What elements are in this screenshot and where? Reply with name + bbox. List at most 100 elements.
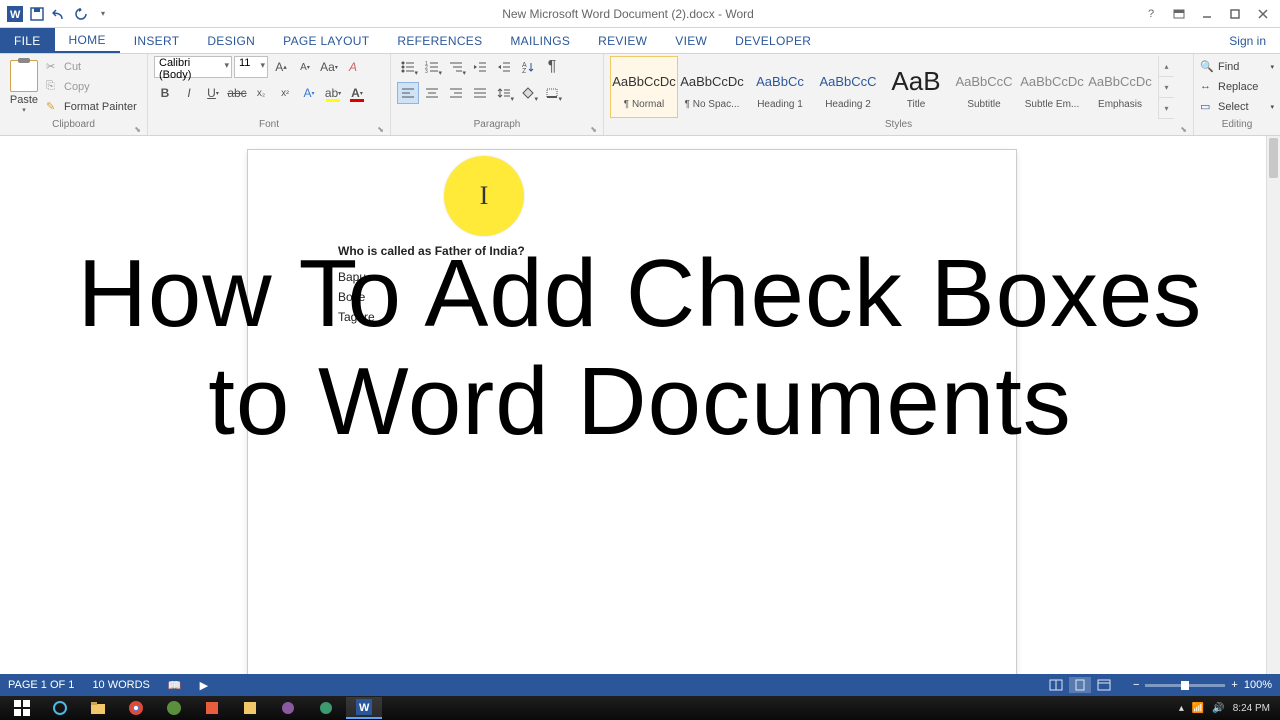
replace-button[interactable]: ↔Replace bbox=[1200, 78, 1274, 96]
web-layout-icon[interactable] bbox=[1093, 677, 1115, 693]
style-subtle-em-[interactable]: AaBbCcDcSubtle Em... bbox=[1018, 56, 1086, 118]
vertical-scrollbar[interactable] bbox=[1266, 136, 1280, 692]
style-heading-1[interactable]: AaBbCcHeading 1 bbox=[746, 56, 814, 118]
redo-icon[interactable] bbox=[72, 5, 90, 23]
taskbar-app-1-icon[interactable] bbox=[156, 697, 192, 719]
ribbon-options-icon[interactable] bbox=[1166, 4, 1192, 24]
sort-button[interactable]: AZ bbox=[517, 56, 539, 78]
taskbar-chrome-icon[interactable] bbox=[118, 697, 154, 719]
tray-clock[interactable]: 8:24 PM bbox=[1233, 703, 1270, 714]
align-left-button[interactable] bbox=[397, 82, 419, 104]
numbering-button[interactable]: 123▾ bbox=[421, 56, 443, 78]
shading-button[interactable]: ▾ bbox=[517, 82, 539, 104]
styles-down-icon[interactable]: ▾ bbox=[1159, 77, 1174, 98]
tab-review[interactable]: REVIEW bbox=[584, 28, 661, 53]
highlight-button[interactable]: ab▾ bbox=[322, 82, 344, 104]
macro-icon[interactable]: ▶ bbox=[200, 679, 208, 692]
paragraph-dialog-icon[interactable]: ⬊ bbox=[590, 125, 597, 134]
clear-formatting-button[interactable]: A bbox=[342, 56, 364, 78]
word-count[interactable]: 10 WORDS bbox=[92, 679, 149, 691]
increase-indent-button[interactable] bbox=[493, 56, 515, 78]
style-subtitle[interactable]: AaBbCcCSubtitle bbox=[950, 56, 1018, 118]
taskbar-ie-icon[interactable] bbox=[42, 697, 78, 719]
bullets-button[interactable]: ▾ bbox=[397, 56, 419, 78]
tray-network-icon[interactable]: 📶 bbox=[1192, 703, 1204, 714]
shrink-font-button[interactable]: A▾ bbox=[294, 56, 316, 78]
tab-design[interactable]: DESIGN bbox=[193, 28, 269, 53]
font-color-button[interactable]: A▾ bbox=[346, 82, 368, 104]
taskbar-app-3-icon[interactable] bbox=[232, 697, 268, 719]
subscript-button[interactable]: x₂ bbox=[250, 82, 272, 104]
line-spacing-button[interactable]: ▾ bbox=[493, 82, 515, 104]
style-title[interactable]: AaBTitle bbox=[882, 56, 950, 118]
align-center-button[interactable] bbox=[421, 82, 443, 104]
find-button[interactable]: 🔍Find▾ bbox=[1200, 58, 1274, 76]
taskbar-app-4-icon[interactable] bbox=[270, 697, 306, 719]
style--no-spac-[interactable]: AaBbCcDc¶ No Spac... bbox=[678, 56, 746, 118]
style-emphasis[interactable]: AaBbCcDcEmphasis bbox=[1086, 56, 1154, 118]
tray-volume-icon[interactable]: 🔊 bbox=[1212, 703, 1224, 714]
paste-button[interactable]: Paste ▾ bbox=[6, 56, 42, 114]
tab-home[interactable]: HOME bbox=[55, 28, 120, 53]
grow-font-button[interactable]: A▴ bbox=[270, 56, 292, 78]
help-icon[interactable]: ? bbox=[1138, 4, 1164, 24]
text-effects-button[interactable]: A▾ bbox=[298, 82, 320, 104]
bold-button[interactable]: B bbox=[154, 82, 176, 104]
decrease-indent-button[interactable] bbox=[469, 56, 491, 78]
show-marks-button[interactable]: ¶ bbox=[541, 56, 563, 78]
tab-page-layout[interactable]: PAGE LAYOUT bbox=[269, 28, 383, 53]
styles-up-icon[interactable]: ▴ bbox=[1159, 56, 1174, 77]
taskbar-word-icon[interactable]: W bbox=[346, 697, 382, 719]
sign-in-link[interactable]: Sign in bbox=[1215, 28, 1280, 53]
format-painter-button[interactable]: ✎Format Painter bbox=[46, 98, 137, 116]
zoom-out-button[interactable]: − bbox=[1133, 679, 1139, 691]
tray-up-icon[interactable]: ▴ bbox=[1179, 703, 1184, 714]
tab-mailings[interactable]: MAILINGS bbox=[496, 28, 584, 53]
tab-references[interactable]: REFERENCES bbox=[383, 28, 496, 53]
justify-button[interactable] bbox=[469, 82, 491, 104]
start-button[interactable] bbox=[4, 697, 40, 719]
zoom-level[interactable]: 100% bbox=[1244, 679, 1272, 691]
taskbar-app-5-icon[interactable] bbox=[308, 697, 344, 719]
tab-developer[interactable]: DEVELOPER bbox=[721, 28, 825, 53]
font-name-select[interactable]: Calibri (Body) bbox=[154, 56, 232, 78]
style--normal[interactable]: AaBbCcDc¶ Normal bbox=[610, 56, 678, 118]
select-button[interactable]: ▭Select▾ bbox=[1200, 98, 1274, 116]
tab-insert[interactable]: INSERT bbox=[120, 28, 194, 53]
font-size-select[interactable]: 11 bbox=[234, 56, 268, 78]
underline-button[interactable]: U▾ bbox=[202, 82, 224, 104]
cut-button[interactable]: ✂Cut bbox=[46, 58, 137, 76]
page-indicator[interactable]: PAGE 1 OF 1 bbox=[8, 679, 74, 691]
font-dialog-icon[interactable]: ⬊ bbox=[377, 125, 384, 134]
print-layout-icon[interactable] bbox=[1069, 677, 1091, 693]
multilevel-list-button[interactable]: ▾ bbox=[445, 56, 467, 78]
save-icon[interactable] bbox=[28, 5, 46, 23]
borders-button[interactable]: ▾ bbox=[541, 82, 563, 104]
styles-more-icon[interactable]: ▾ bbox=[1159, 98, 1174, 119]
tab-file[interactable]: FILE bbox=[0, 28, 55, 53]
strikethrough-button[interactable]: abc bbox=[226, 82, 248, 104]
zoom-in-button[interactable]: + bbox=[1231, 679, 1237, 691]
zoom-slider[interactable] bbox=[1145, 684, 1225, 687]
proofing-icon[interactable]: 📖 bbox=[168, 679, 182, 692]
qat-customize-icon[interactable]: ▾ bbox=[94, 5, 112, 23]
read-mode-icon[interactable] bbox=[1045, 677, 1067, 693]
align-right-button[interactable] bbox=[445, 82, 467, 104]
group-paragraph: ▾ 123▾ ▾ AZ ¶ ▾ ▾ ▾ P bbox=[391, 54, 604, 135]
minimize-icon[interactable] bbox=[1194, 4, 1220, 24]
italic-button[interactable]: I bbox=[178, 82, 200, 104]
styles-dialog-icon[interactable]: ⬊ bbox=[1180, 125, 1187, 134]
close-icon[interactable] bbox=[1250, 4, 1276, 24]
copy-button[interactable]: ⎘Copy bbox=[46, 78, 137, 96]
taskbar-explorer-icon[interactable] bbox=[80, 697, 116, 719]
word-app-icon[interactable]: W bbox=[6, 5, 24, 23]
change-case-button[interactable]: Aa▾ bbox=[318, 56, 340, 78]
scrollbar-thumb[interactable] bbox=[1269, 138, 1278, 178]
tab-view[interactable]: VIEW bbox=[661, 28, 721, 53]
superscript-button[interactable]: x² bbox=[274, 82, 296, 104]
maximize-icon[interactable] bbox=[1222, 4, 1248, 24]
taskbar-app-2-icon[interactable] bbox=[194, 697, 230, 719]
clipboard-dialog-icon[interactable]: ⬊ bbox=[134, 125, 141, 134]
style-heading-2[interactable]: AaBbCcCHeading 2 bbox=[814, 56, 882, 118]
undo-icon[interactable] bbox=[50, 5, 68, 23]
